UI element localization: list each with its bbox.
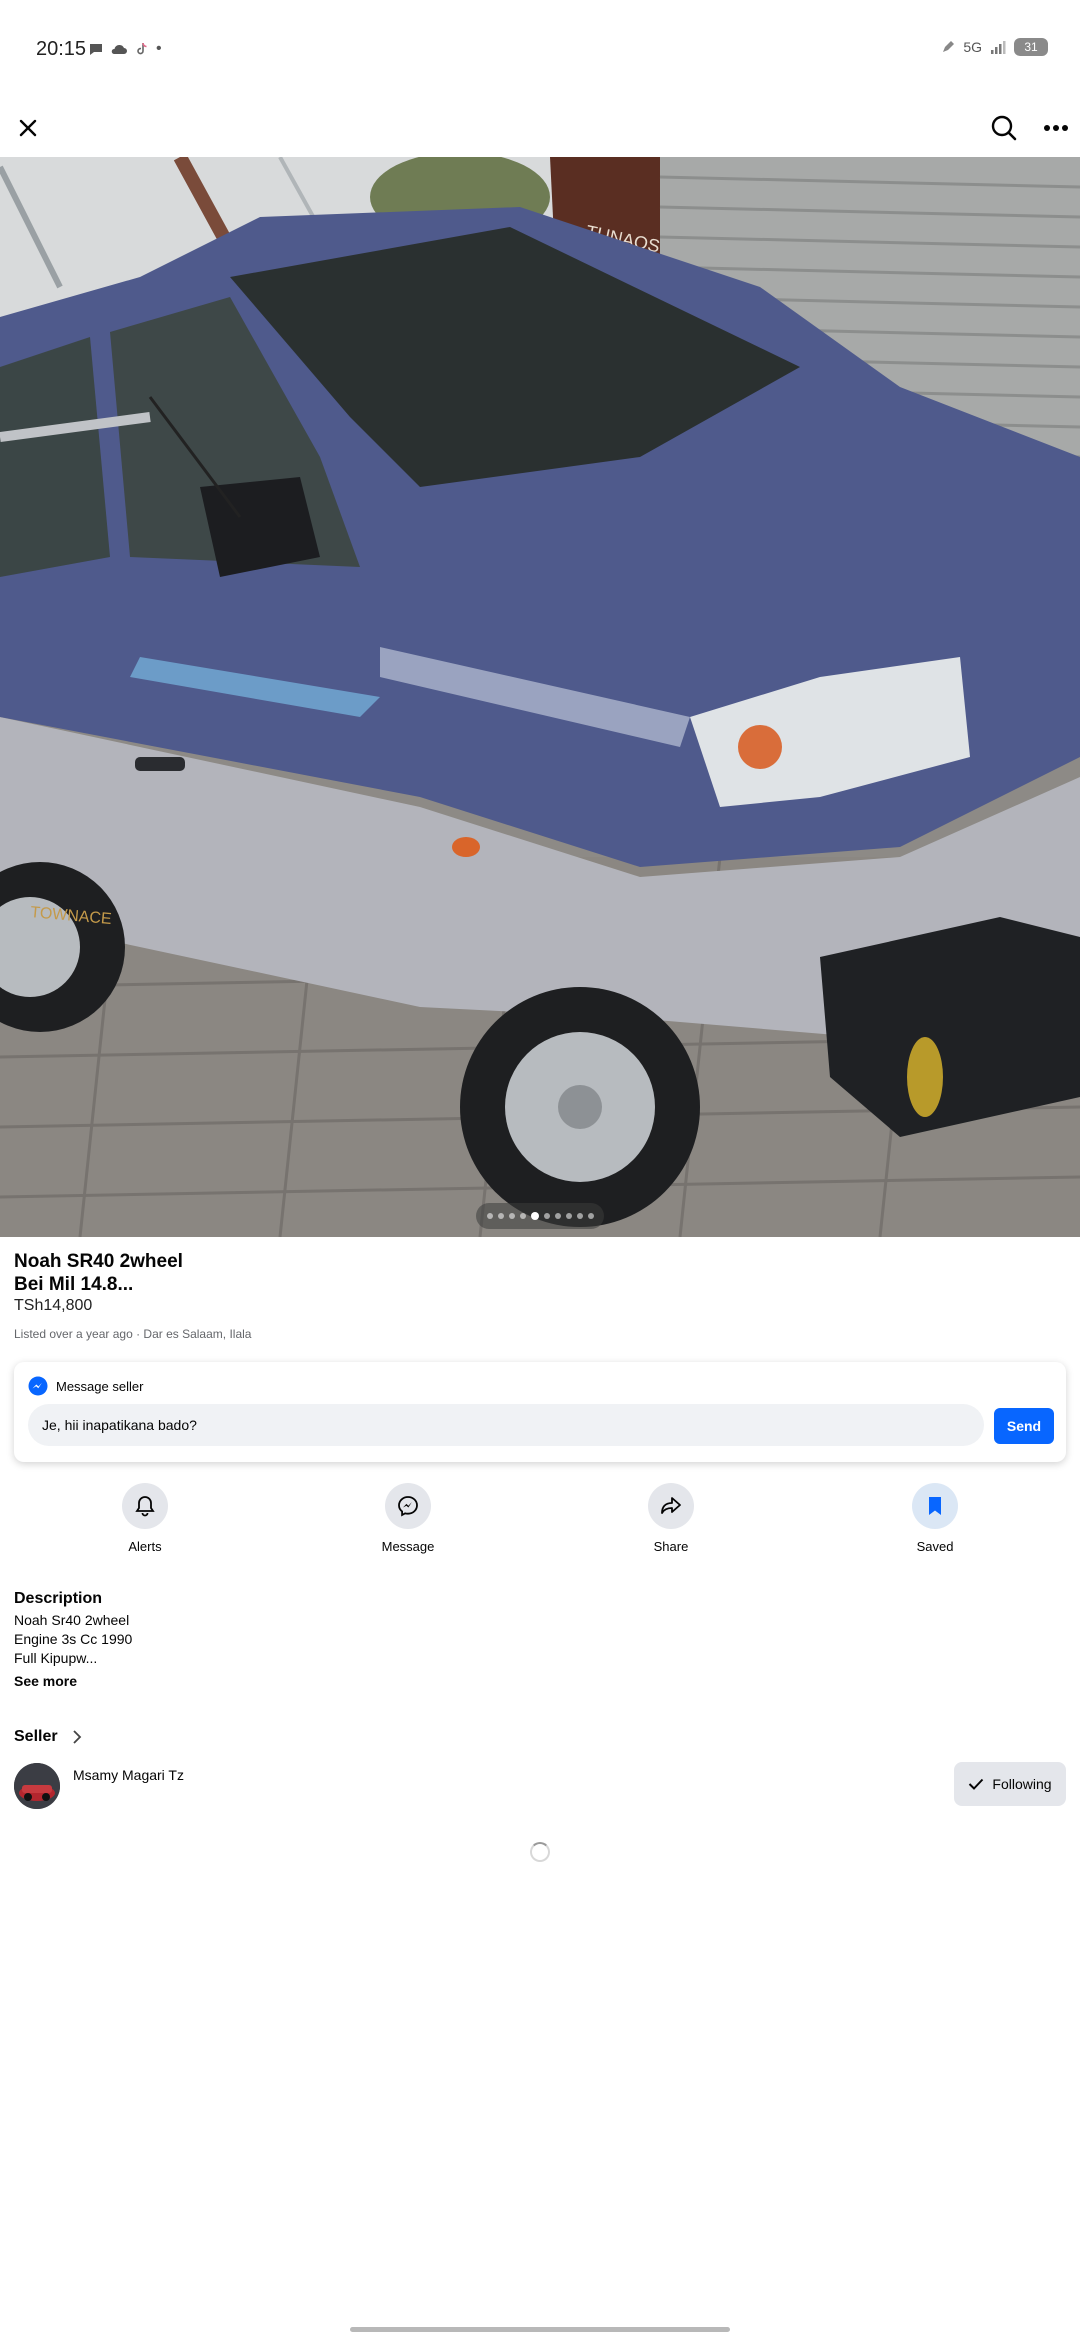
gallery-dot[interactable] (497, 1213, 504, 1219)
dot-icon: • (156, 40, 162, 57)
search-button[interactable] (982, 106, 1026, 150)
seller-section-header[interactable]: Seller (14, 1728, 82, 1746)
checkmark-icon (969, 1778, 984, 1790)
gallery-pager[interactable] (476, 1203, 604, 1229)
alerts-button[interactable]: Alerts (85, 1483, 205, 1554)
saved-label: Saved (916, 1539, 954, 1554)
message-seller-header: Message seller (28, 1376, 143, 1396)
avatar-image (14, 1763, 60, 1809)
cloud-icon (111, 44, 127, 54)
seller-title: Seller (14, 1728, 58, 1745)
following-label: Following (992, 1776, 1052, 1792)
listing-photo[interactable]: TUNAOSHA TOWNACE (0, 157, 1080, 1237)
car-photo-illustration: TUNAOSHA TOWNACE (0, 157, 1080, 1237)
gallery-dot[interactable] (519, 1213, 526, 1219)
listing-meta: Listed over a year ago · Dar es Salaam, … (14, 1327, 252, 1341)
description-line: Noah Sr40 2wheel (14, 1612, 130, 1628)
seller-name[interactable]: Msamy Magari Tz (73, 1767, 184, 1783)
gallery-dot[interactable] (554, 1213, 561, 1219)
gallery-dot[interactable] (486, 1213, 493, 1219)
message-button[interactable]: Message (348, 1483, 468, 1554)
gallery-dot[interactable] (565, 1213, 572, 1219)
signal-icon (991, 41, 1006, 54)
status-notification-icons: • (88, 40, 162, 58)
close-icon (19, 119, 37, 137)
alerts-icon-circle (122, 1483, 168, 1529)
network-label: 5G (963, 39, 982, 55)
battery-icon: 31 (1014, 38, 1048, 56)
alerts-label: Alerts (128, 1539, 162, 1554)
listing-title-line1: Noah SR40 2wheel (14, 1251, 183, 1272)
gallery-dot[interactable] (587, 1213, 594, 1219)
listing-title-line2: Bei Mil 14.8... (14, 1274, 134, 1295)
share-label: Share (653, 1539, 689, 1554)
tiktok-icon (137, 42, 147, 55)
gallery-dot[interactable] (576, 1213, 583, 1219)
close-button[interactable] (6, 106, 50, 150)
status-system-icons: 5G 31 (941, 38, 1048, 56)
gallery-dot[interactable] (543, 1213, 550, 1219)
send-button[interactable]: Send (994, 1408, 1054, 1444)
share-icon (661, 1497, 681, 1514)
bookmark-icon (929, 1497, 941, 1515)
message-icon-circle (385, 1483, 431, 1529)
see-more-link[interactable]: See more (14, 1673, 77, 1689)
more-horizontal-icon (1044, 125, 1068, 131)
description-line: Full Kipupw... (14, 1650, 98, 1666)
description-line: Engine 3s Cc 1990 (14, 1631, 133, 1647)
message-seller-label: Message seller (56, 1378, 144, 1394)
status-time: 20:15 (36, 38, 87, 60)
share-icon-circle (648, 1483, 694, 1529)
chat-bubble-icon (90, 44, 102, 55)
following-button[interactable]: Following (954, 1762, 1066, 1806)
top-nav (0, 100, 1080, 156)
message-seller-card: Message seller Send (14, 1362, 1066, 1462)
message-input[interactable] (28, 1404, 984, 1446)
listing-title: Noah SR40 2wheel Bei Mil 14.8... (14, 1250, 614, 1296)
loading-spinner-icon (530, 1842, 550, 1862)
messenger-icon (28, 1376, 48, 1396)
home-indicator[interactable] (350, 2327, 730, 2332)
messenger-icon (398, 1496, 418, 1517)
share-button[interactable]: Share (611, 1483, 731, 1554)
saved-icon-circle (912, 1483, 958, 1529)
gallery-dot[interactable] (508, 1213, 515, 1219)
search-icon (991, 115, 1017, 141)
action-row: Alerts Message Share Saved (0, 1483, 1080, 1563)
chevron-right-icon (72, 1730, 81, 1744)
listing-price: TSh14,800 (14, 1297, 93, 1314)
seller-avatar[interactable] (14, 1763, 60, 1809)
more-options-button[interactable] (1034, 106, 1078, 150)
pen-icon (943, 41, 955, 52)
status-bar: 20:15 • 5G 31 (0, 0, 1080, 100)
gallery-dot[interactable] (530, 1212, 539, 1220)
bell-icon (135, 1496, 155, 1517)
description-title: Description (14, 1590, 103, 1607)
saved-button[interactable]: Saved (875, 1483, 995, 1554)
message-label: Message (381, 1539, 435, 1554)
